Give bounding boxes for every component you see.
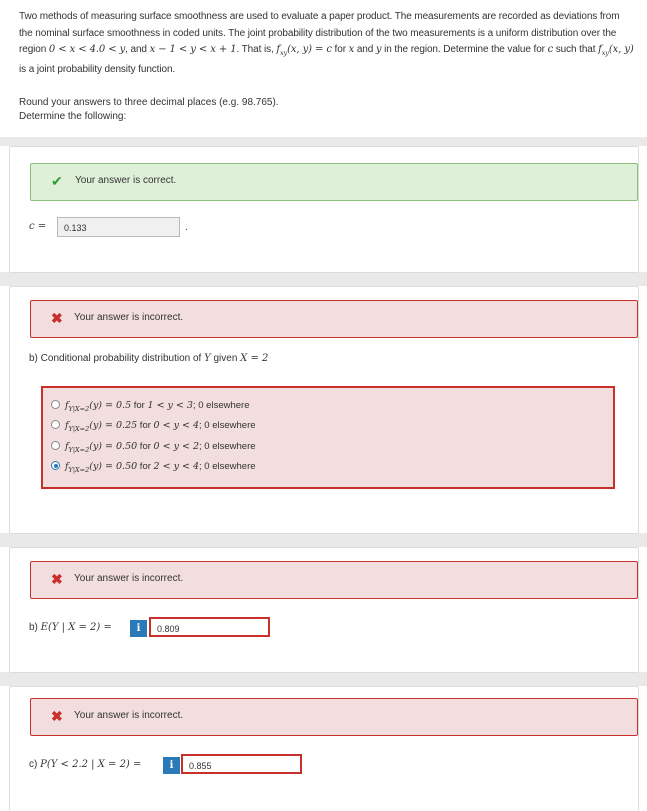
intro-text-6: in the region. Determine the value for <box>381 44 548 55</box>
section-divider <box>0 672 647 686</box>
fxy-subscript: xy <box>279 49 288 57</box>
choice-tail: ; 0 elsewhere <box>199 441 256 452</box>
correct-feedback-banner: ✔ Your answer is correct. <box>30 163 638 201</box>
section-divider <box>0 272 647 286</box>
fxy-args: (x, y) = c <box>287 44 332 55</box>
choice-tail: ; 0 elsewhere <box>199 420 256 431</box>
feedback-text: Your answer is incorrect. <box>74 573 184 584</box>
choice-mid: for <box>131 400 148 411</box>
choice-option-2[interactable]: fY|X=2(y) = 0.25 for 0 < y < 4; 0 elsewh… <box>51 419 256 433</box>
section-divider <box>0 137 647 146</box>
check-icon: ✔ <box>51 173 63 189</box>
c-label: c = <box>29 221 47 232</box>
instructions: Round your answers to three decimal plac… <box>19 96 279 124</box>
choice-mid: for <box>137 461 154 472</box>
problem-statement: Two methods of measuring surface smoothn… <box>19 9 635 78</box>
question-b1-text: b) Conditional probability distribution … <box>29 352 268 366</box>
c-answer-field[interactable]: 0.133 <box>57 217 180 237</box>
feedback-text: Your answer is incorrect. <box>74 710 184 721</box>
question-mid: given <box>210 353 241 364</box>
choice-option-3[interactable]: fY|X=2(y) = 0.50 for 0 < y < 2; 0 elsewh… <box>51 440 256 454</box>
probability-label: c) P(Y < 2.2 | X = 2) = <box>29 758 141 772</box>
info-icon[interactable]: i <box>163 757 180 774</box>
choice-range: 0 < y < 2 <box>153 441 200 452</box>
determine-instruction: Determine the following: <box>19 111 127 122</box>
intro-text-8: is a joint probability density function. <box>19 63 176 75</box>
fxy-args-2: (x, y) <box>608 44 634 55</box>
choice-range: 2 < y < 4 <box>153 461 200 472</box>
question-var: Y <box>204 353 211 364</box>
choice-expr: (y) = 0.50 <box>89 461 138 472</box>
feedback-text: Your answer is incorrect. <box>74 312 184 323</box>
choice-expr: (y) = 0.25 <box>89 420 138 431</box>
question-card-c: ✖ Your answer is incorrect. c) P(Y < 2.2… <box>9 686 639 811</box>
choice-option-4[interactable]: fY|X=2(y) = 0.50 for 2 < y < 4; 0 elsewh… <box>51 460 256 474</box>
label-prefix: b) <box>29 622 41 633</box>
incorrect-feedback-banner: ✖ Your answer is incorrect. <box>30 561 638 599</box>
question-prefix: b) Conditional probability distribution … <box>29 353 205 364</box>
radio-button-selected[interactable] <box>51 461 60 470</box>
choice-option-1[interactable]: fY|X=2(y) = 0.5 for 1 < y < 3; 0 elsewhe… <box>51 399 249 413</box>
incorrect-feedback-banner: ✖ Your answer is incorrect. <box>30 698 638 736</box>
info-icon[interactable]: i <box>130 620 147 637</box>
region-expression-2: x − 1 < y < x + 1 <box>149 44 237 55</box>
radio-button[interactable] <box>51 420 60 429</box>
intro-text-3: . That is, <box>236 44 277 55</box>
intro-text-7: such that <box>553 44 599 55</box>
choice-mid: for <box>137 441 154 452</box>
question-given: X = 2 <box>240 353 269 364</box>
choice-range: 0 < y < 4 <box>153 420 200 431</box>
radio-button[interactable] <box>51 441 60 450</box>
choice-sub: Y|X=2 <box>68 404 90 413</box>
feedback-text: Your answer is correct. <box>75 175 177 186</box>
radio-button[interactable] <box>51 400 60 409</box>
choice-expr: (y) = 0.50 <box>89 441 138 452</box>
choice-expr: (y) = 0.5 <box>89 400 132 411</box>
question-card-b2: ✖ Your answer is incorrect. b) E(Y | X =… <box>9 547 639 673</box>
probability-answer-field[interactable]: 0.855 <box>181 754 302 774</box>
incorrect-feedback-banner: ✖ Your answer is incorrect. <box>30 300 638 338</box>
cross-icon: ✖ <box>51 571 63 587</box>
section-divider <box>0 533 647 547</box>
fxy-subscript-2: xy <box>601 49 609 57</box>
question-card-a: ✔ Your answer is correct. c = 0.133 . <box>9 146 639 273</box>
region-expression-1: 0 < x < 4.0 < y <box>48 44 126 55</box>
cross-icon: ✖ <box>51 708 63 724</box>
choice-sub: Y|X=2 <box>68 445 90 454</box>
rounding-instruction: Round your answers to three decimal plac… <box>19 97 279 108</box>
intro-text-4: for <box>331 44 349 55</box>
label-prefix: c) <box>29 759 41 770</box>
choice-sub: Y|X=2 <box>68 465 90 474</box>
intro-text-2: , and <box>125 44 150 55</box>
choice-tail: ; 0 elsewhere <box>192 400 250 411</box>
expectation-answer-field[interactable]: 0.809 <box>149 617 270 637</box>
choice-mid: for <box>137 420 154 431</box>
choice-tail: ; 0 elsewhere <box>199 461 256 472</box>
choice-sub: Y|X=2 <box>68 424 90 433</box>
label-math: P(Y < 2.2 | X = 2) = <box>40 759 142 770</box>
trailing-period: . <box>185 222 188 233</box>
expectation-label: b) E(Y | X = 2) = <box>29 621 112 635</box>
intro-text-5: and <box>354 44 376 55</box>
choice-range: 1 < y < 3 <box>147 400 193 411</box>
cross-icon: ✖ <box>51 310 63 326</box>
conditional-distribution-choices: fY|X=2(y) = 0.5 for 1 < y < 3; 0 elsewhe… <box>41 386 615 489</box>
label-math: E(Y | X = 2) = <box>40 622 112 633</box>
